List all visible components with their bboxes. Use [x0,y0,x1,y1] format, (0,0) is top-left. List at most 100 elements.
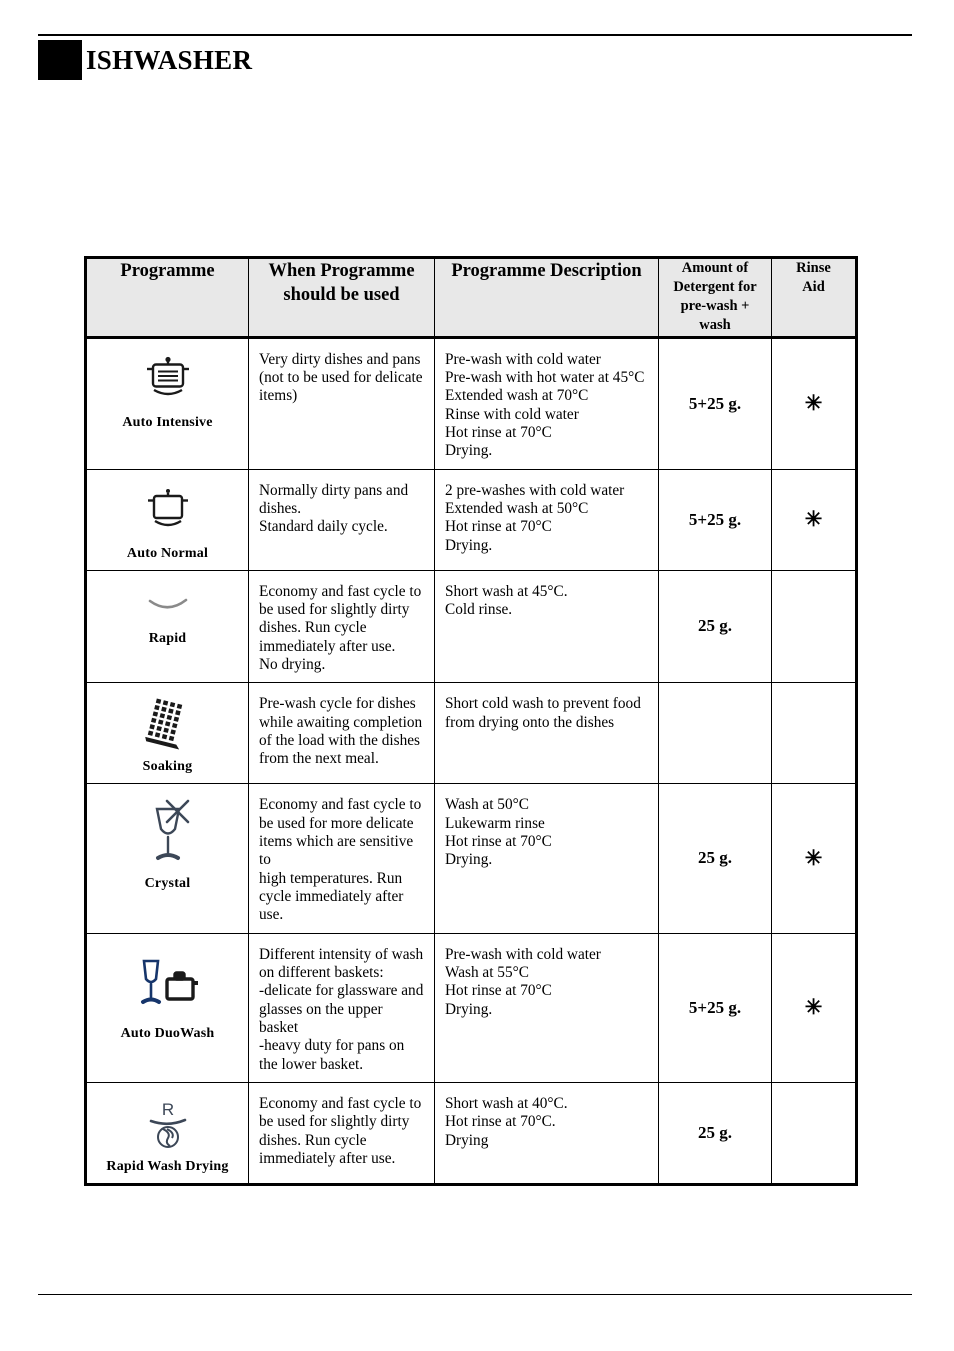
detergent-amount-cell: 25 g. [658,783,772,934]
programme-cell: Auto Normal [84,468,249,571]
rinse-aid-cell: ✳ [771,932,858,1084]
header-rinse-line1: Rinse [796,260,831,276]
when-used-line: -heavy duty for pans on [259,1037,405,1055]
pot-with-lid-lines-icon [91,349,244,411]
when-used-line: Very dirty dishes and pans [259,350,421,368]
page-bottom-rule [38,1294,912,1295]
header-amount-detergent: Amount of Detergent for pre-wash + wash [658,256,772,339]
table-row: Crystal Economy and fast cycle to be used… [84,783,858,934]
svg-text:R: R [161,1100,173,1119]
when-used-line: be used for more delicate [259,814,414,832]
description-line: Drying. [445,536,493,554]
description-line: Pre-wash with cold water [445,350,601,368]
description-line: Hot rinse at 70°C [445,423,552,441]
tilted-dish-rack-icon [91,693,244,755]
programme-cell: Rapid [84,569,249,684]
description-cell: Short wash at 40°C. Hot rinse at 70°C. Dry… [434,1082,659,1187]
description-line: 2 pre-washes with cold water [445,481,625,499]
glass-and-pot-icon [91,944,244,1022]
description-line: from drying onto the dishes [445,713,615,731]
description-line: Rinse with cold water [445,405,579,423]
table-row: Auto Normal Normally dirty pans and dishe… [84,468,858,571]
programme-name: Auto Intensive [122,414,213,430]
header-rinse-line2: Aid [802,279,825,296]
description-line: Short cold wash to prevent food [445,695,641,713]
header-programme: Programme [84,256,249,339]
programme-name: Auto Normal [126,545,209,561]
when-used-line: No drying. [259,655,326,673]
when-used-line: of the load with the dishes [259,731,421,749]
description-cell: 2 pre-washes with cold water Extended was… [434,468,659,571]
when-used-line: (not to be used for delicate [259,368,423,386]
when-used-cell: Normally dirty pans and dishes. Standard d… [248,468,435,571]
when-used-cell: Economy and fast cycle to be used for sli… [248,569,435,684]
when-used-line: -delicate for glassware and [259,982,424,1000]
header-when-used-line1: When Programme [268,261,415,281]
detergent-amount-cell: 25 g. [658,569,772,684]
programme-cell: Auto Intensive [84,336,249,470]
description-cell: Pre-wash with cold water Pre-wash with ho… [434,336,659,470]
description-line: Short wash at 40°C. [445,1095,568,1113]
programme-name: Rapid Wash Drying [106,1159,229,1175]
header-description: Programme Description [434,256,659,339]
description-line: Lukewarm rinse [445,814,545,832]
rinse-aid-cell [771,682,858,785]
when-used-cell: Pre-wash cycle for dishes while awaiting … [248,682,435,785]
header-when-used-line2: should be used [283,285,400,306]
description-line: Drying [445,1131,489,1149]
when-used-cell: Economy and fast cycle to be used for sli… [248,1082,435,1187]
description-line: Wash at 50°C [445,796,529,814]
rinse-aid-cell [771,1082,858,1187]
when-used-line: items which are sensitive to [259,832,414,869]
description-line: Pre-wash with cold water [445,945,601,963]
header-amount-line2: Detergent for [673,279,757,296]
r-arc-drying-fan-icon: R [91,1093,244,1155]
when-used-line: Different intensity of wash [259,945,424,963]
description-line: Extended wash at 50°C [445,499,589,517]
header-rinse-aid: Rinse Aid [771,256,858,339]
detergent-amount-cell: 25 g. [658,1082,772,1187]
when-used-line: while awaiting completion [259,713,423,731]
programme-cell: Soaking [84,682,249,785]
when-used-line: Economy and fast cycle to [259,796,422,814]
programme-name: Auto DuoWash [120,1025,215,1041]
when-used-cell: Economy and fast cycle to be used for mor… [248,783,435,934]
programme-cell: R Rapid Wash Drying [84,1082,249,1187]
pot-with-lid-icon [91,480,244,542]
detergent-amount-cell: 5+25 g. [658,932,772,1084]
wine-glass-sparkle-icon [91,794,244,872]
when-used-line: be used for slightly dirty [259,1113,410,1131]
description-cell: Short wash at 45°C. Cold rinse. [434,569,659,684]
when-used-line: cycle immediately after use. [259,888,404,924]
when-used-line: Standard daily cycle. [259,518,388,536]
description-line: Pre-wash with hot water at 45°C [445,368,645,386]
page-top-rule [38,34,912,36]
rinse-aid-cell: ✳ [771,468,858,571]
description-cell: Pre-wash with cold water Wash at 55°C Hot … [434,932,659,1084]
table-row: Auto Intensive Very dirty dishes and pan… [84,336,858,470]
when-used-line: Economy and fast cycle to [259,1095,422,1113]
when-used-line: Economy and fast cycle to [259,582,422,600]
description-line: Hot rinse at 70°C [445,518,552,536]
description-line: Short wash at 45°C. [445,582,568,600]
description-cell: Short cold wash to prevent food from dryi… [434,682,659,785]
table-row: Rapid Economy and fast cycle to be used f… [84,569,858,684]
when-used-line: dishes. [259,499,302,517]
programme-cell: Crystal [84,783,249,934]
when-used-line: items) [259,387,298,405]
description-line: Hot rinse at 70°C [445,832,552,850]
programme-table: Programme When Programme should be used … [84,256,858,1187]
table-body: Auto Intensive Very dirty dishes and pan… [84,336,858,1187]
when-used-line: on different baskets: [259,964,384,982]
description-line: Drying. [445,442,493,460]
description-line: Drying. [445,1000,493,1018]
programme-name: Rapid [148,630,187,646]
programme-name: Crystal [144,876,191,892]
detergent-amount-cell: 5+25 g. [658,468,772,571]
when-used-line: immediately after use. [259,637,396,655]
programme-cell: Auto DuoWash [84,932,249,1084]
when-used-line: immediately after use. [259,1150,396,1168]
when-used-line: glasses on the upper [259,1000,383,1018]
shallow-dish-arc-icon [91,581,244,627]
when-used-line: dishes. Run cycle [259,1131,367,1149]
